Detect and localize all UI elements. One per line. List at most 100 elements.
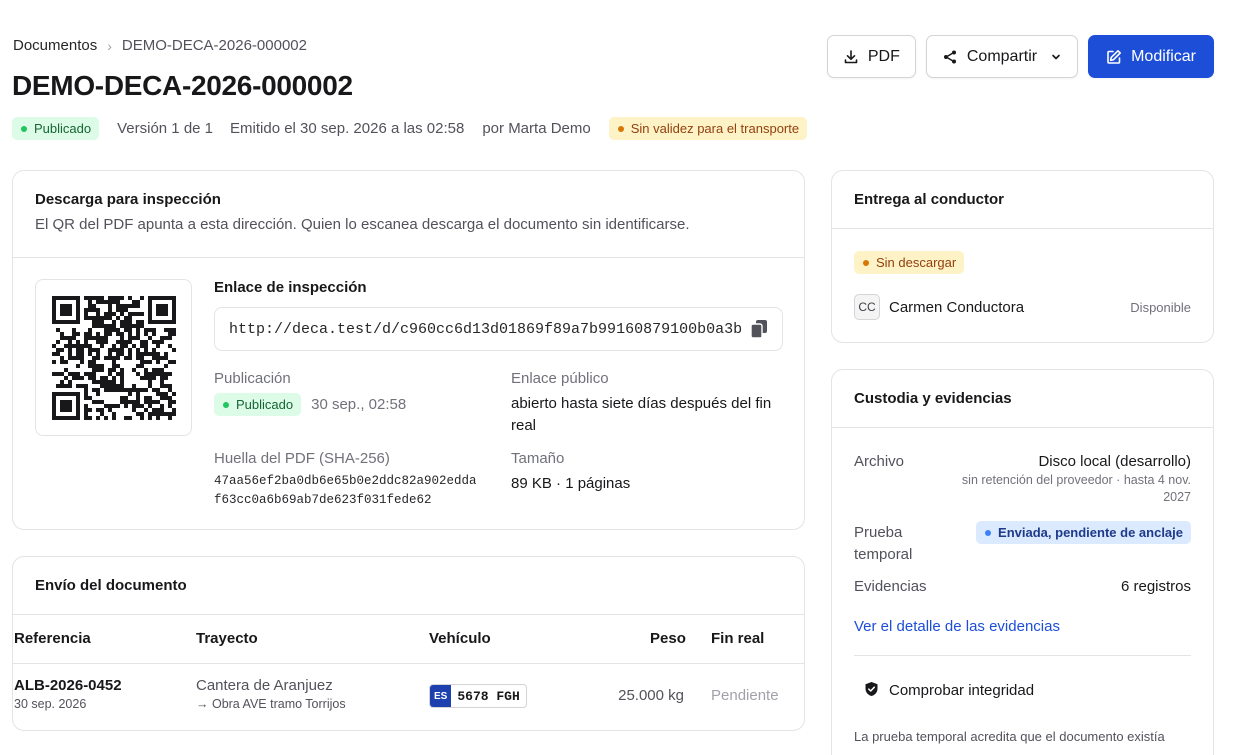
breadcrumb-current: DEMO-DECA-2026-000002 <box>121 37 307 54</box>
status-dot-icon <box>21 125 27 132</box>
route-to: → Obra AVE tramo Torrijos <box>196 697 346 711</box>
divider <box>13 663 804 664</box>
inspection-subtitle: El QR del PDF apunta a esta dirección. Q… <box>35 216 690 233</box>
archive-label: Archivo <box>854 453 905 470</box>
publication-date: 30 sep., 02:58 <box>311 396 407 413</box>
inspection-link-field[interactable]: http://deca.test/d/c960cc6d13d01869f89a7… <box>214 307 783 351</box>
share-icon <box>942 49 958 65</box>
edit-button-label: Modificar <box>1131 47 1196 65</box>
column-header: Vehículo <box>429 630 491 647</box>
inspection-link-label: Enlace de inspección <box>214 279 367 296</box>
timestamp-status-badge: Enviada, pendiente de anclaje <box>976 521 1191 544</box>
copy-icon[interactable] <box>744 317 768 341</box>
plate-number: 5678 FGH <box>457 688 520 704</box>
size-label: Tamaño <box>511 450 565 467</box>
warning-dot-icon <box>617 125 624 132</box>
breadcrumb-root-link[interactable]: Documentos <box>13 37 97 54</box>
column-header: Fin real <box>711 630 765 647</box>
document-meta: Publicado Versión 1 de 1 Emitido el 30 s… <box>12 117 808 140</box>
timestamp-status-label: Enviada, pendiente de anclaje <box>998 525 1183 540</box>
inspection-link-value[interactable]: http://deca.test/d/c960cc6d13d01869f89a7… <box>229 321 744 338</box>
share-button[interactable]: Compartir <box>925 35 1079 78</box>
share-button-label: Compartir <box>966 47 1038 65</box>
chevron-down-icon <box>1050 51 1062 63</box>
issued-text: Emitido el 30 sep. 2026 a las 02:58 <box>230 120 465 137</box>
reference-cell: ALB-2026-0452 30 sep. 2026 <box>14 677 122 711</box>
size-value: 89 KB · 1 páginas <box>511 475 631 492</box>
page-title: DEMO-DECA-2026-000002 <box>12 70 353 101</box>
warning-badge-label: Sin validez para el transporte <box>630 121 800 136</box>
evidence-detail-link[interactable]: Ver el detalle de las evidencias <box>854 618 1060 635</box>
delivery-status: Sin descargar <box>854 251 965 274</box>
archive-info: Disco local (desarrollo) sin retención d… <box>931 453 1191 506</box>
timestamp-status: Enviada, pendiente de anclaje <box>976 521 1191 544</box>
archive-note: sin retención del proveedor · hasta 4 no… <box>961 473 1191 487</box>
shipment-title: Envío del documento <box>35 577 187 594</box>
driver-name: Carmen Conductora <box>889 298 1025 316</box>
end-value: Pendiente <box>711 687 779 704</box>
custody-title: Custodia y evidencias <box>854 390 1012 407</box>
qr-code-image <box>51 295 176 420</box>
hash-label: Huella del PDF (SHA-256) <box>214 450 390 467</box>
timestamp-label-line: Prueba <box>854 524 903 541</box>
edit-button[interactable]: Modificar <box>1088 35 1214 78</box>
warning-dot-icon <box>863 259 869 266</box>
column-header: Trayecto <box>196 630 258 647</box>
public-link-value: abierto hasta siete días después del fin… <box>511 395 772 434</box>
pdf-button-label: PDF <box>867 47 900 65</box>
driver-state: Disponible <box>1130 299 1191 315</box>
shipment-card-header: Envío del documento <box>13 557 804 594</box>
header-actions: PDF Compartir Modificar <box>826 35 1214 78</box>
shipment-card: Envío del documento Referencia Trayecto … <box>12 556 805 731</box>
column-header: Referencia <box>14 630 91 647</box>
publication-status-badge: Publicado <box>214 393 302 416</box>
archive-value: Disco local (desarrollo) <box>1038 453 1191 470</box>
status-badge: Publicado <box>12 117 100 140</box>
archive-note: 2027 <box>1163 490 1191 504</box>
driver-row: CC Carmen Conductora Disponible <box>854 294 1191 320</box>
weight-value: 25.000 kg <box>618 687 684 704</box>
inspection-card: Descarga para inspección El QR del PDF a… <box>12 170 805 530</box>
qr-code <box>35 279 192 436</box>
publication-label: Publicación <box>214 370 291 387</box>
divider <box>13 614 804 615</box>
divider <box>832 427 1213 428</box>
edit-icon <box>1106 49 1122 65</box>
download-status-badge: Sin descargar <box>854 251 965 274</box>
divider <box>13 257 804 258</box>
breadcrumb: Documentos › DEMO-DECA-2026-000002 <box>13 37 307 54</box>
avatar: CC <box>854 294 880 320</box>
integrity-check-button[interactable]: Comprobar integridad <box>864 681 1034 700</box>
hash-line: 47aa56ef2ba0db6e65b0e2ddc82a902edda <box>214 474 477 488</box>
delivery-card: Entrega al conductor Sin descargar CC Ca… <box>831 170 1214 343</box>
integrity-check-label: Comprobar integridad <box>889 682 1035 699</box>
info-dot-icon <box>985 529 992 536</box>
delivery-title: Entrega al conductor <box>854 191 1005 208</box>
custody-card-header: Custodia y evidencias <box>832 370 1213 407</box>
shield-check-icon <box>864 681 879 700</box>
route-from: Cantera de Aranjuez <box>196 677 333 694</box>
reference-date: 30 sep. 2026 <box>14 697 87 711</box>
hash-line: f63cc0a6b69ab7de623f031fede62 <box>214 493 432 507</box>
author-text: por Marta Demo <box>482 120 591 137</box>
timestamp-footnote: La prueba temporal acredita que el docum… <box>854 729 1165 744</box>
reference-value: ALB-2026-0452 <box>14 677 122 694</box>
inspection-title: Descarga para inspección <box>35 191 221 208</box>
pdf-button[interactable]: PDF <box>826 35 916 78</box>
status-badge-label: Publicado <box>34 121 92 136</box>
timestamp-label-line: temporal <box>854 546 913 563</box>
download-status-label: Sin descargar <box>876 255 957 270</box>
hash-value: 47aa56ef2ba0db6e65b0e2ddc82a902edda f63c… <box>214 472 477 510</box>
transport-warning-badge: Sin validez para el transporte <box>608 117 808 140</box>
inspection-card-header: Descarga para inspección El QR del PDF a… <box>13 171 804 233</box>
publication-status-label: Publicado <box>236 397 294 412</box>
plate-country: ES <box>430 685 452 707</box>
column-header: Peso <box>650 630 686 647</box>
vehicle-cell: ES 5678 FGH <box>429 684 527 708</box>
delivery-card-header: Entrega al conductor <box>832 171 1213 208</box>
status-dot-icon <box>223 401 229 408</box>
divider <box>832 228 1213 229</box>
timestamp-label: Prueba temporal <box>854 522 912 566</box>
route-cell: Cantera de Aranjuez → Obra AVE tramo Tor… <box>196 677 346 711</box>
download-icon <box>843 49 859 65</box>
